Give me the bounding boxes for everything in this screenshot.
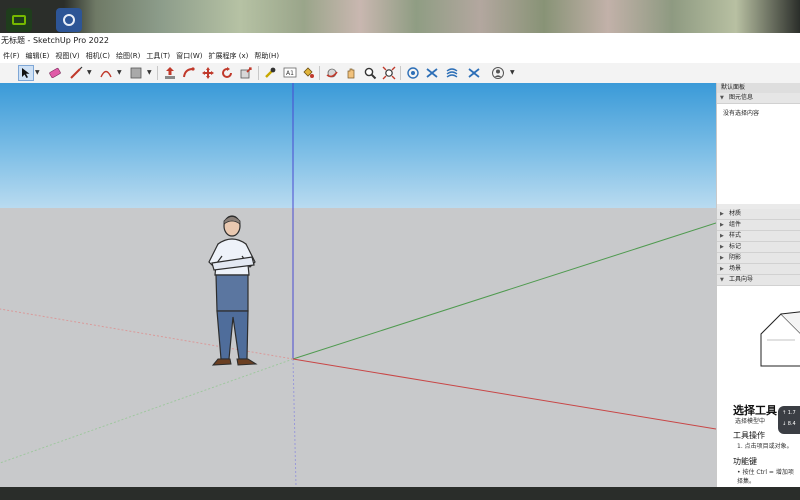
line-tool-icon[interactable] [68,65,84,81]
rotate-icon[interactable] [219,65,235,81]
menu-draw[interactable]: 绘图(R) [113,51,143,61]
instructor-keys-text-2: 择集。 [737,478,756,485]
extension-warehouse-icon[interactable] [424,65,440,81]
eraser-tool-icon[interactable] [47,65,63,81]
chevron-down-icon[interactable]: ▼ [35,69,40,76]
menu-view[interactable]: 视图(V) [52,51,82,61]
panel-title: 默认面板 [717,83,800,93]
window-titlebar: 无标题 - SketchUp Pro 2022 [0,33,800,49]
svg-text:A1: A1 [286,70,294,77]
tray-instructor[interactable]: ▼ 工具向导 [717,275,800,286]
status-bar [0,487,800,500]
text-tool-icon[interactable]: A1 [282,65,298,81]
person-figure[interactable] [204,213,268,369]
window-title: 无标题 - SketchUp Pro 2022 [1,36,109,45]
chevron-right-icon: ▶ [720,266,724,272]
green-axis-negative [0,358,294,464]
menu-tools[interactable]: 工具(T) [143,51,173,61]
tray-components[interactable]: ▶ 组件 [717,220,800,231]
arc-tool-icon[interactable] [98,65,114,81]
menu-bar: 件(F) 编辑(E) 视图(V) 相机(C) 绘图(R) 工具(T) 窗口(W)… [0,49,800,63]
chevron-down-icon[interactable]: ▼ [147,69,152,76]
tray-components-label: 组件 [729,221,742,228]
account-icon[interactable] [490,65,506,81]
menu-help[interactable]: 帮助(H) [251,51,282,61]
paint-bucket-icon[interactable] [300,65,316,81]
tray-materials[interactable]: ▶ 材质 [717,209,800,220]
chevron-down-icon[interactable]: ▼ [510,69,515,76]
tape-measure-icon[interactable] [262,65,278,81]
instructor-keys-text-1: • 按住 Ctrl = 增加项 [737,469,794,476]
chevron-right-icon: ▶ [720,255,724,261]
tray-shadows-label: 阴影 [729,254,742,261]
instructor-body: 选择工具 选择模型中 工具操作 1. 点击项目或对象。 功能键 • 按住 Ctr… [717,286,800,487]
menu-camera[interactable]: 相机(C) [83,51,113,61]
chevron-right-icon: ▶ [720,211,724,217]
tray-styles[interactable]: ▶ 样式 [717,231,800,242]
menu-extensions[interactable]: 扩展程序 (x) [205,51,251,61]
net-up: ↑ 1.7 [782,410,796,416]
network-speed-widget: ↑ 1.7 ↓ 8.4 [778,406,800,434]
desktop-background-strip [0,0,800,33]
nvidia-app-icon[interactable] [6,8,32,32]
layout-icon[interactable] [444,65,460,81]
push-pull-icon[interactable] [162,65,178,81]
instructor-operations-text: 1. 点击项目或对象。 [737,443,793,450]
entity-info-body: 没有选择内容 [717,104,800,204]
tray-styles-label: 样式 [729,232,742,239]
zoom-extents-icon[interactable] [381,65,397,81]
instructor-subtitle: 选择模型中 [735,418,766,425]
instructor-operations-heading: 工具操作 [733,431,765,440]
tray-tags[interactable]: ▶ 标记 [717,242,800,253]
menu-file[interactable]: 件(F) [0,51,23,61]
chevron-right-icon: ▶ [720,222,724,228]
house-illustration [760,311,800,367]
chevron-down-icon: ▼ [720,95,724,101]
shape-tool-icon[interactable] [128,65,144,81]
sandbox-icon[interactable] [466,65,482,81]
menu-window[interactable]: 窗口(W) [173,51,205,61]
move-icon[interactable] [200,65,216,81]
chevron-down-icon[interactable]: ▼ [117,69,122,76]
green-axis [292,222,716,360]
axes [0,83,716,487]
tray-shadows[interactable]: ▶ 阴影 [717,253,800,264]
follow-me-icon[interactable] [181,65,197,81]
orbit-icon[interactable] [324,65,340,81]
red-axis [292,358,716,430]
main-toolbar: ▼ ▼ ▼ ▼ A1 ▼ [0,63,800,84]
net-down: ↓ 8.4 [782,421,796,427]
chevron-right-icon: ▶ [720,244,724,250]
zoom-icon[interactable] [362,65,378,81]
tray-entity-info[interactable]: ▼ 图元信息 [717,93,800,104]
instructor-keys-heading: 功能键 [733,457,757,466]
blue-axis-negative [292,358,297,487]
tray-materials-label: 材质 [729,210,742,217]
scale-icon[interactable] [238,65,254,81]
chevron-down-icon[interactable]: ▼ [87,69,92,76]
tray-instructor-label: 工具向导 [729,276,754,283]
chevron-down-icon: ▼ [720,277,724,283]
pan-icon[interactable] [343,65,359,81]
model-viewport[interactable] [0,83,716,487]
menu-edit[interactable]: 编辑(E) [23,51,53,61]
tray-entity-info-label: 图元信息 [729,94,754,101]
3d-warehouse-icon[interactable] [405,65,421,81]
chevron-right-icon: ▶ [720,233,724,239]
tray-scenes[interactable]: ▶ 场景 [717,264,800,275]
tray-tags-label: 标记 [729,243,742,250]
select-tool-icon[interactable] [18,65,34,81]
app-icon[interactable] [56,8,82,32]
tray-scenes-label: 场景 [729,265,742,272]
